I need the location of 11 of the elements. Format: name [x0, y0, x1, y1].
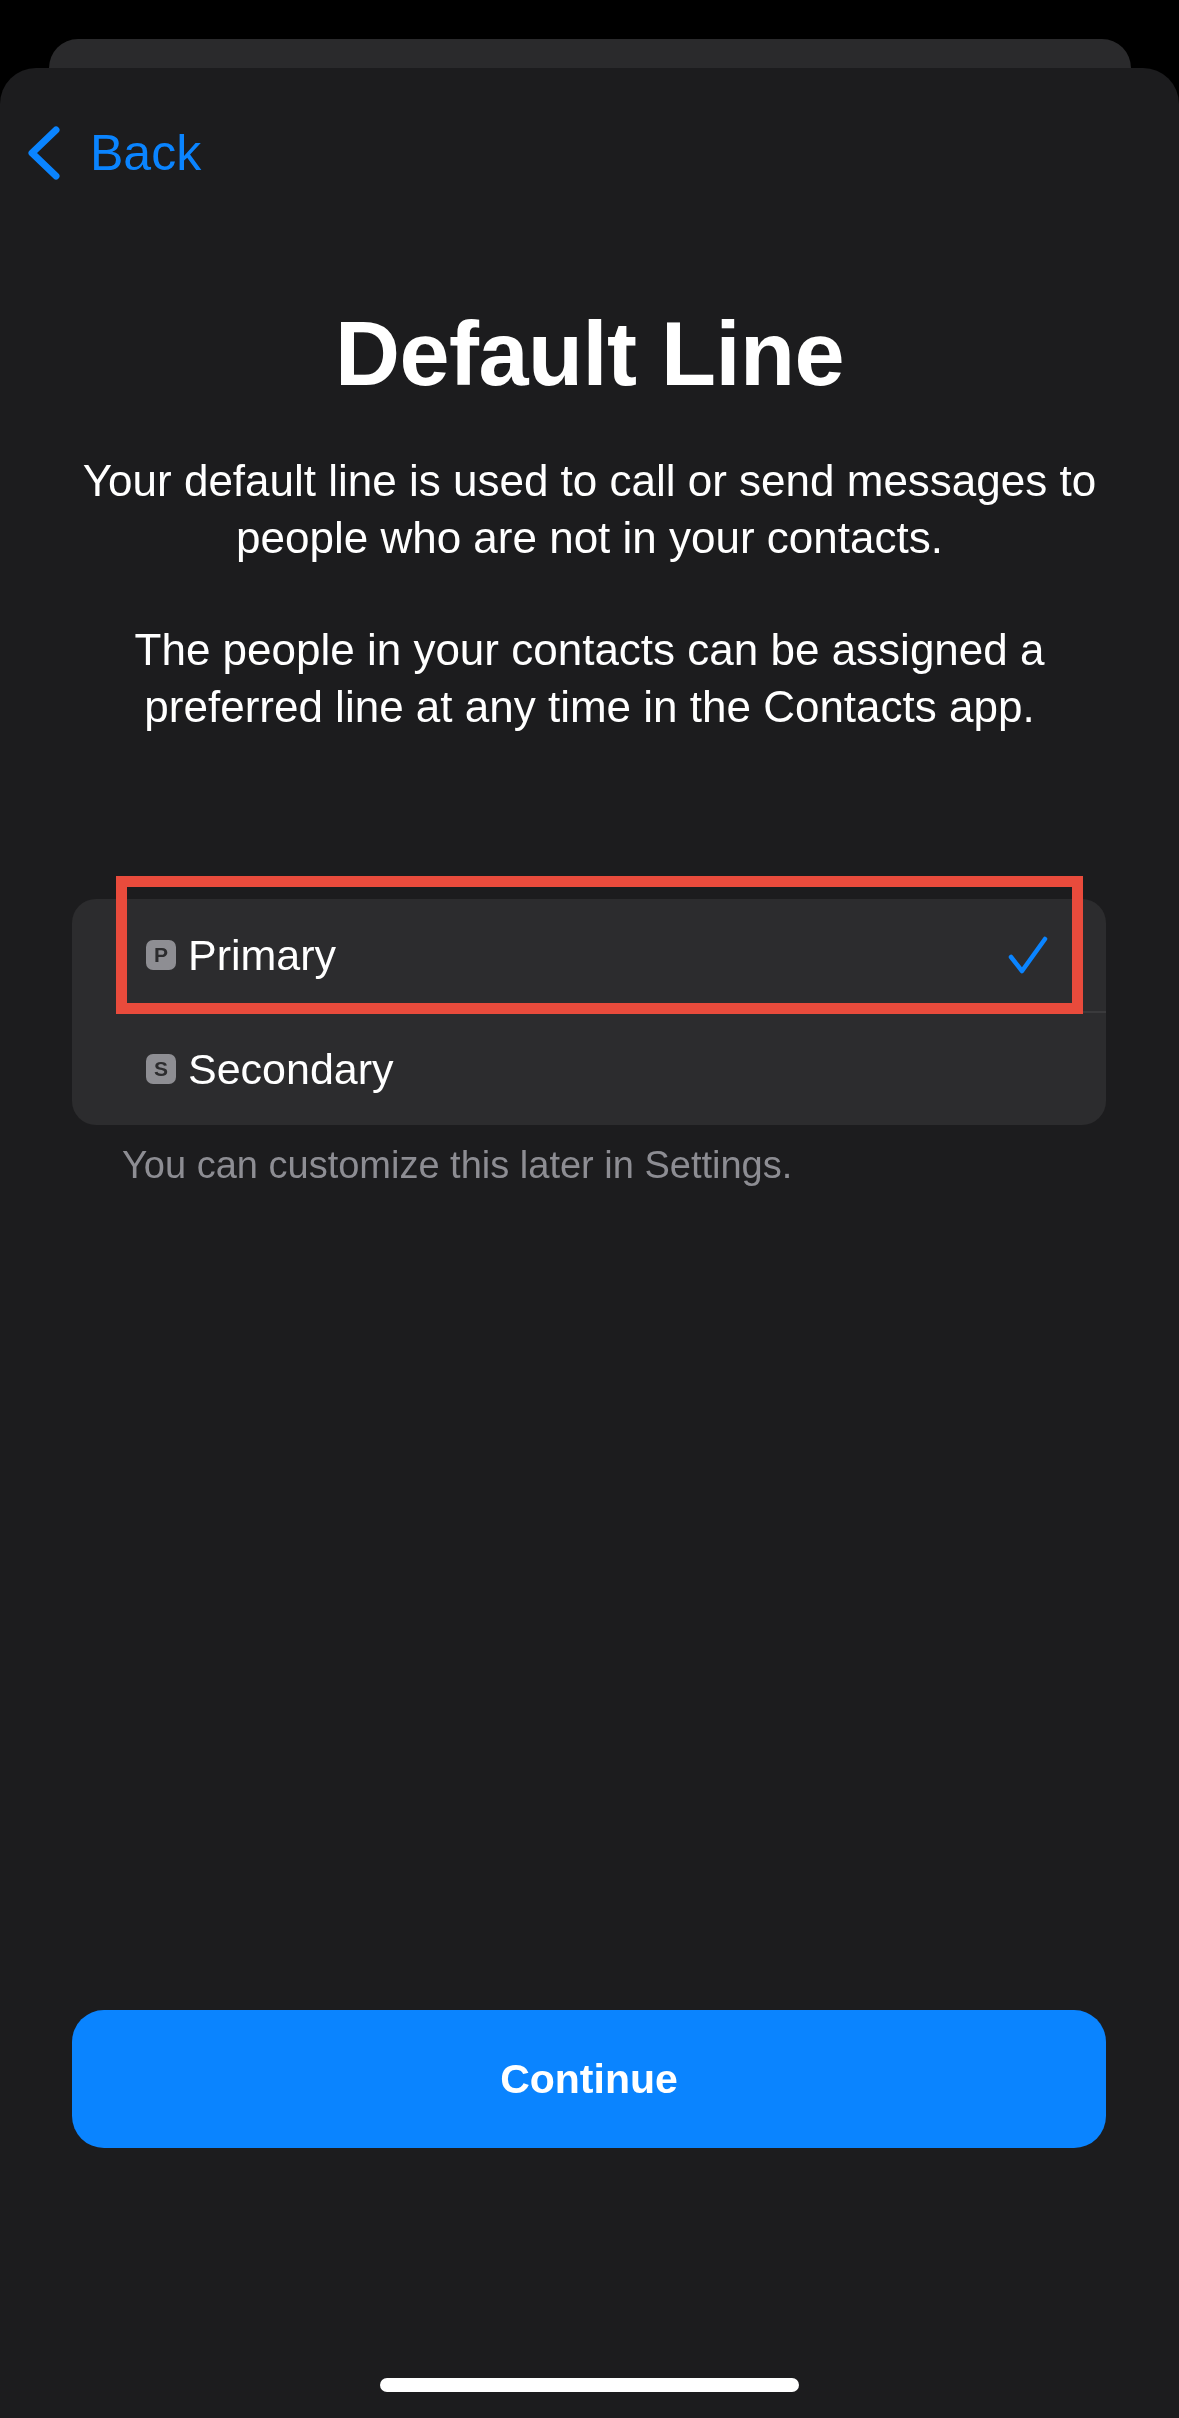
back-button[interactable]: Back — [26, 123, 202, 183]
footnote-text: You can customize this later in Settings. — [122, 1143, 793, 1187]
continue-button[interactable]: Continue — [72, 2010, 1106, 2148]
chevron-left-icon — [26, 126, 62, 180]
line-option[interactable]: S Secondary — [72, 1013, 1106, 1125]
page-title: Default Line — [334, 303, 844, 406]
sim-badge: S — [146, 1054, 176, 1084]
sim-badge: P — [146, 940, 176, 970]
description-text: Your default line is used to call or send messages to people who are not in your contacts. — [81, 455, 1098, 564]
description-text: The people in your contacts can be assigned a preferred line at any time in the Contacts app. — [133, 624, 1046, 733]
line-option[interactable]: P Primary — [72, 899, 1106, 1011]
